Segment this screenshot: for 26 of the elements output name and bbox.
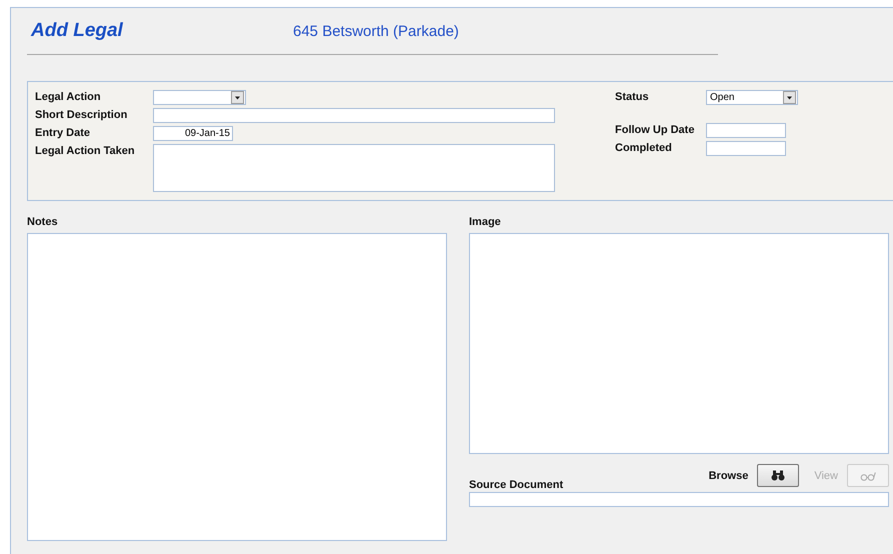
source-document-field[interactable] (469, 492, 889, 507)
action-label: Browse (708, 470, 748, 482)
source-document-label: Source Document (469, 478, 564, 492)
entry-date-field[interactable]: 09-Jan-15 (153, 126, 233, 141)
glasses-icon (860, 470, 876, 480)
field-label: Short Description (35, 108, 128, 123)
form-title: Add Legal (31, 20, 124, 42)
status-dropdown[interactable]: Open (706, 90, 798, 105)
notes-field[interactable] (27, 233, 447, 541)
field-label: Follow Up Date (615, 123, 696, 138)
binoculars-icon (771, 470, 786, 481)
field-label: Completed (615, 141, 673, 156)
browse-button[interactable] (757, 464, 800, 487)
follow-up-date-field[interactable] (706, 123, 786, 138)
field-label: Legal Action Taken (35, 144, 136, 159)
legal-action-dropdown[interactable] (153, 90, 246, 105)
completed-date-field[interactable] (706, 141, 786, 156)
property-name: 645 Betsworth (Parkade) (293, 22, 459, 40)
image-label: Image (469, 215, 502, 229)
field-label: Status (615, 90, 650, 105)
short-description-field[interactable] (153, 108, 555, 123)
legal-action-taken-field[interactable] (153, 144, 555, 192)
field-label: Legal Action (35, 90, 102, 105)
notes-label: Notes (27, 215, 59, 229)
field-label: Entry Date (35, 126, 92, 141)
action-label: View (814, 470, 838, 482)
